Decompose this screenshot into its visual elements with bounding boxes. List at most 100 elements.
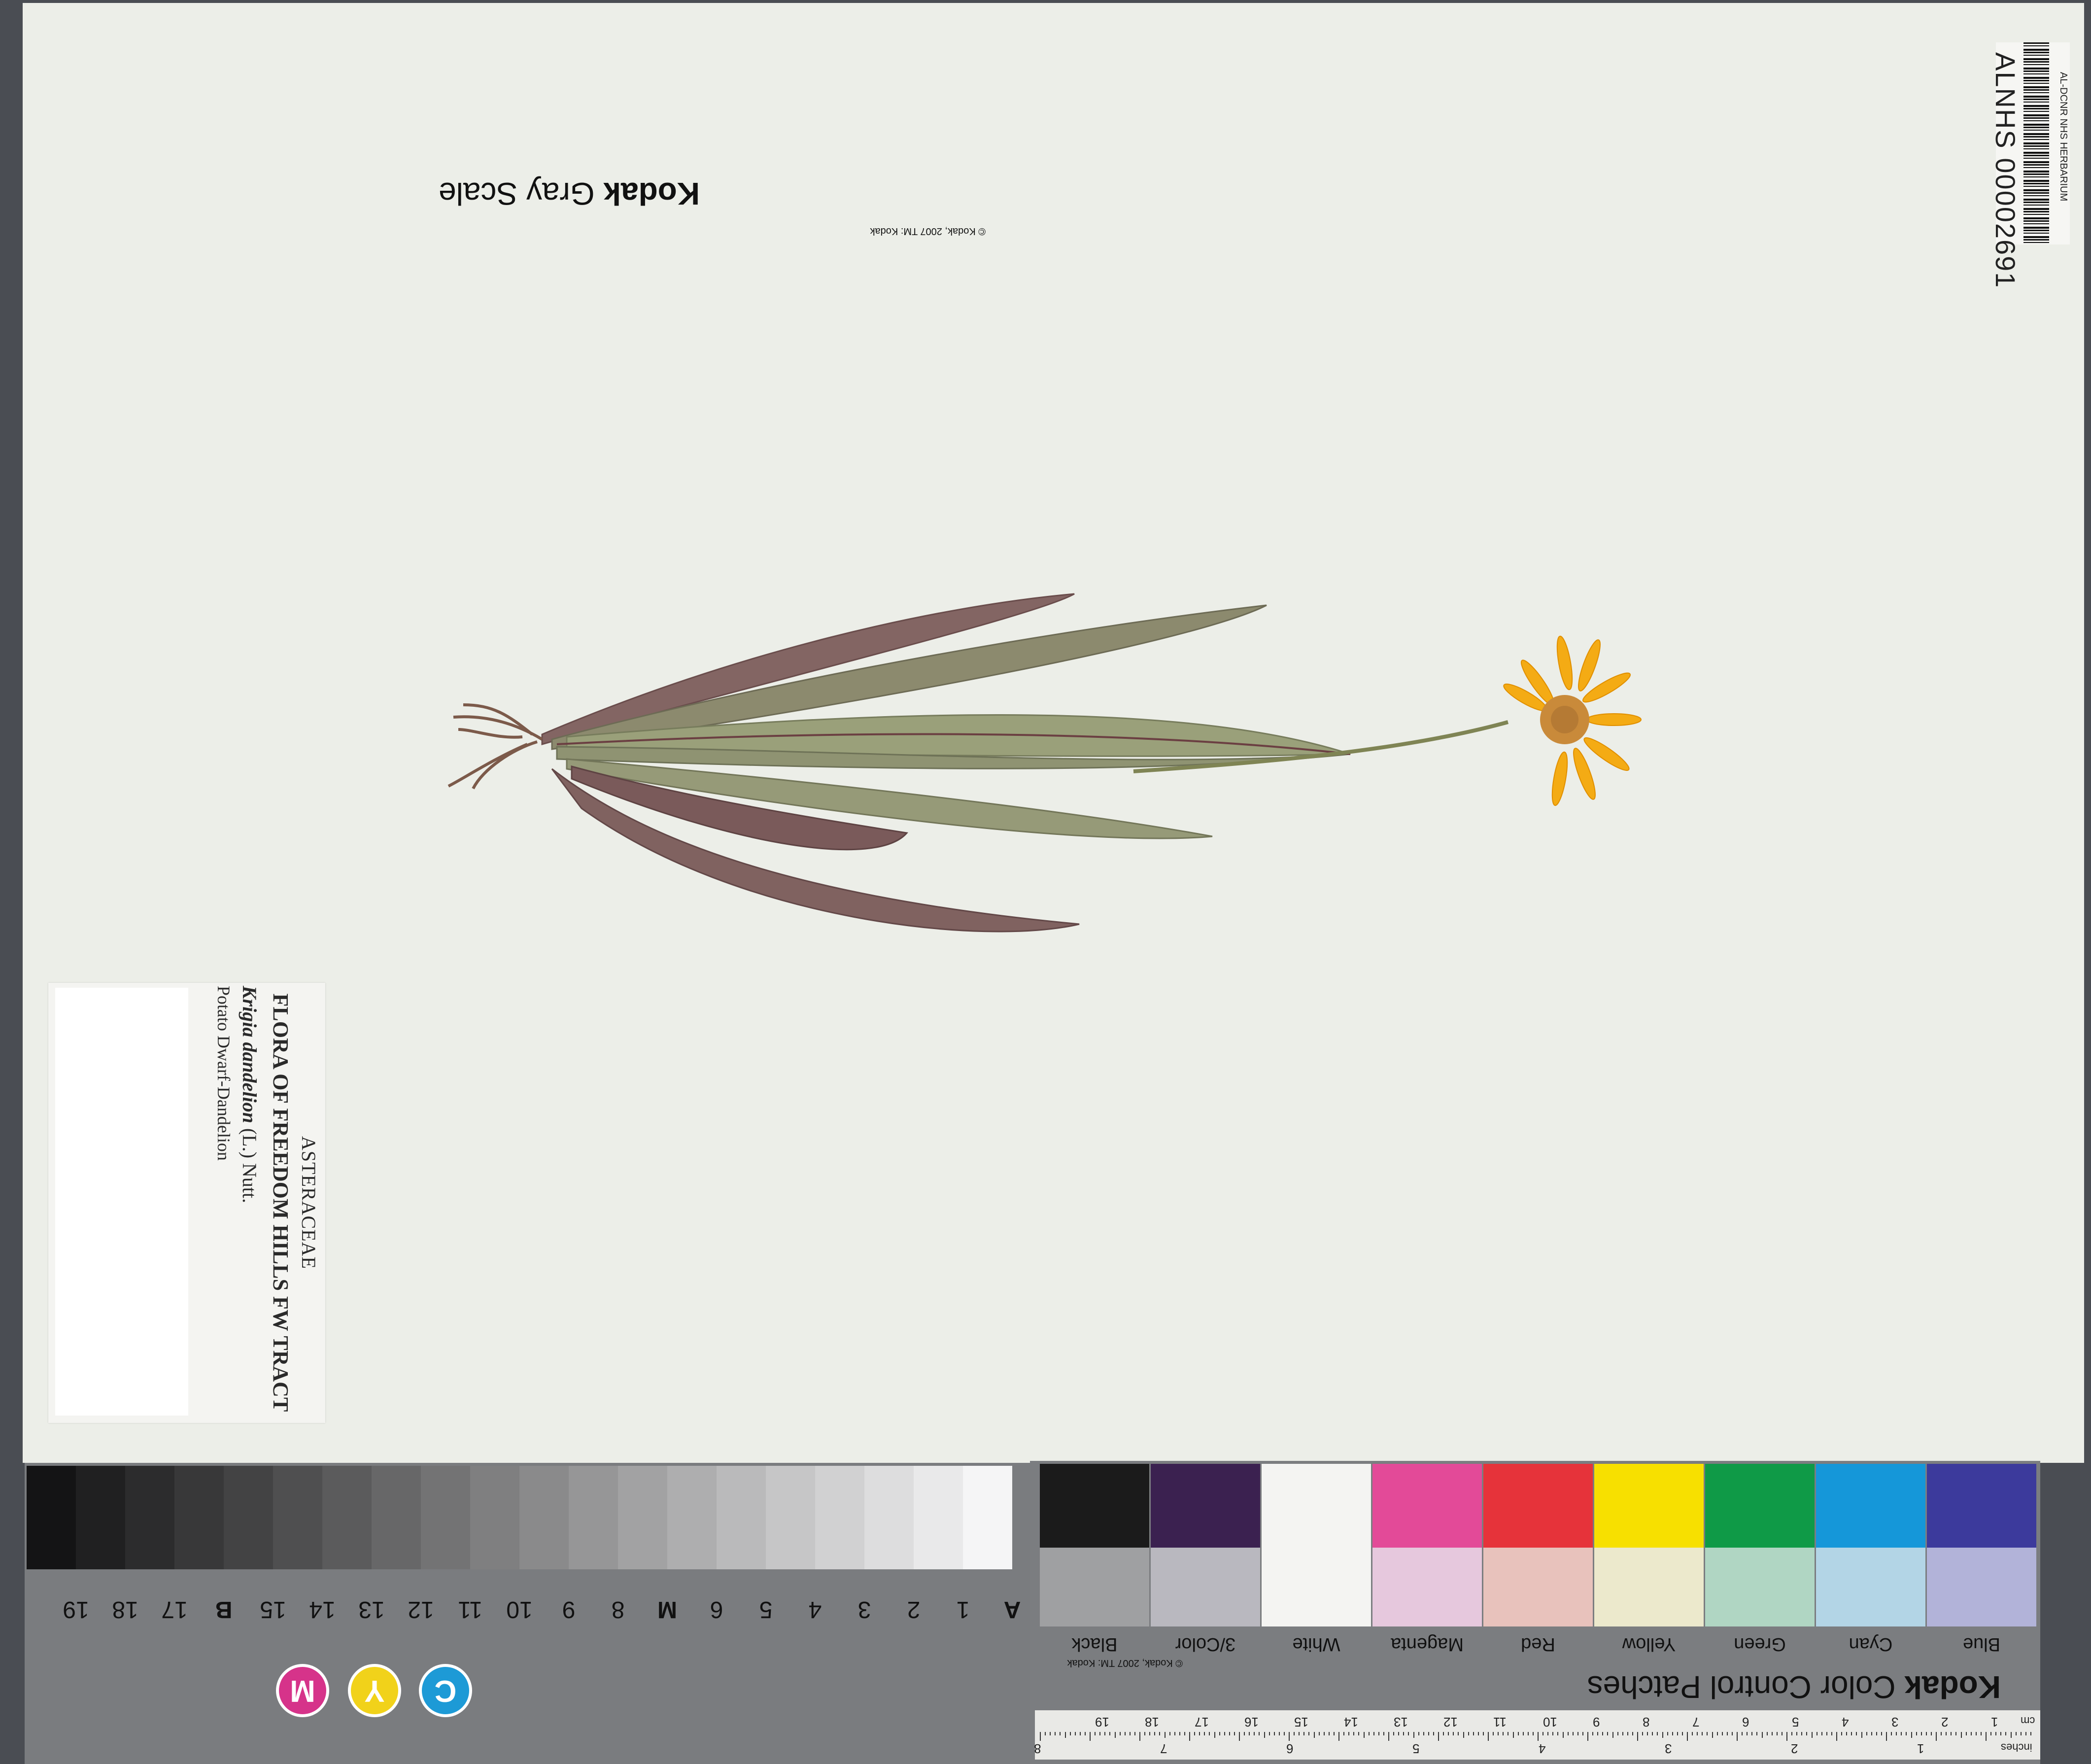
color-patch — [1262, 1464, 1371, 1548]
ruler-tick — [1199, 1732, 1200, 1735]
ruler-tick — [1851, 1732, 1852, 1735]
gray-scale-brand: Kodak — [603, 176, 700, 211]
ruler-tick — [1482, 1732, 1484, 1735]
ruler-tick — [1632, 1732, 1633, 1735]
ruler-tick — [1622, 1732, 1623, 1735]
ruler-tick — [1936, 1732, 1937, 1741]
label-text: ASTERACEAE FLORA OF FREEDOM HILLS FW TRA… — [192, 986, 320, 1419]
ruler-tick — [1473, 1732, 1474, 1735]
ruler-tick — [1169, 1732, 1170, 1735]
ruler-tick — [1393, 1732, 1395, 1735]
gray-scale-label: 6 — [710, 1596, 723, 1623]
ruler-tick — [1881, 1732, 1882, 1735]
ruler-tick — [1920, 1732, 1922, 1735]
ruler-tick — [1627, 1732, 1628, 1735]
color-patch-label: Black — [1071, 1634, 1118, 1655]
ruler-inch-unit: inches — [2001, 1741, 2032, 1754]
gray-scale-label: 11 — [458, 1596, 482, 1623]
ruler-tick — [1771, 1732, 1773, 1735]
color-patch-label: Magenta — [1391, 1634, 1464, 1655]
ruler-tick — [1328, 1732, 1330, 1735]
ruler-tick — [1418, 1732, 1419, 1735]
ruler-tick — [1577, 1732, 1578, 1735]
ruler-tick — [1159, 1732, 1161, 1735]
ruler-inch-label: 2 — [1791, 1741, 1798, 1756]
ruler-tick — [1721, 1732, 1723, 1735]
ruler-tick — [1114, 1732, 1116, 1738]
ruler-cm-label: 16 — [1244, 1715, 1259, 1729]
gray-patch — [864, 1466, 914, 1569]
ruler-tick — [1045, 1732, 1046, 1735]
color-patch — [1816, 1464, 1925, 1548]
gray-scale-title: Kodak Gray Scale — [439, 175, 700, 212]
ruler-tick — [1906, 1732, 1907, 1735]
ruler-tick — [1901, 1732, 1902, 1735]
ruler-tick — [1174, 1732, 1175, 1735]
ruler-tick — [1433, 1732, 1434, 1735]
ruler-tick — [1557, 1732, 1559, 1735]
ruler-tick — [1353, 1732, 1355, 1735]
ruler-tick — [1975, 1732, 1977, 1735]
ruler-tick — [1517, 1732, 1519, 1735]
ruler-tick — [1806, 1732, 1808, 1735]
ruler-cm-label: 19 — [1095, 1715, 1109, 1729]
ruler-tick — [1239, 1732, 1240, 1741]
ruler-tick — [1592, 1732, 1594, 1735]
ruler-tick — [1786, 1732, 1787, 1741]
label-project: FLORA OF FREEDOM HILLS FW TRACT — [269, 993, 293, 1412]
ruler-tick — [1751, 1732, 1753, 1735]
ruler-tick — [1866, 1732, 1867, 1735]
color-patch-label: Green — [1734, 1634, 1786, 1655]
ruler-tick — [1333, 1732, 1335, 1735]
color-patch — [1483, 1464, 1593, 1548]
ruler-tick — [1986, 1732, 1987, 1741]
color-card-copyright: © Kodak, 2007 TM: Kodak — [1067, 1658, 1183, 1668]
ruler-tick — [1702, 1732, 1703, 1735]
ruler-tick — [1681, 1732, 1683, 1735]
ruler-tick — [1099, 1732, 1101, 1735]
yellow-dot-icon: Y — [348, 1664, 401, 1717]
gray-scale-label: 19 — [63, 1596, 89, 1623]
ruler-cm-label: 8 — [1643, 1715, 1650, 1729]
color-patch-label: Yellow — [1622, 1634, 1676, 1655]
gray-scale-title-text: Gray Scale — [439, 176, 595, 211]
color-card-brand: Kodak — [1904, 1669, 2001, 1705]
ruler-tick — [1438, 1732, 1439, 1741]
color-patch-tint — [1816, 1548, 1925, 1626]
ruler-cm-label: 9 — [1593, 1715, 1600, 1729]
gray-scale-label: 5 — [759, 1596, 773, 1623]
ruler-tick — [2010, 1732, 2012, 1738]
ruler-tick — [1791, 1732, 1793, 1735]
ruler-tick — [1946, 1732, 1947, 1735]
color-patch-tint — [1372, 1548, 1482, 1626]
kodak-gray-scale-card: A 1 2 3 4 5 6 M 8 9 10 11 12 13 14 15 B 17 18 19 — [25, 1463, 1030, 1764]
ruler-tick — [1856, 1732, 1857, 1735]
ruler-tick — [1129, 1732, 1131, 1735]
label-authority: (L.) Nutt. — [239, 1128, 261, 1204]
ruler-tick — [1990, 1732, 1992, 1735]
color-patch — [1151, 1464, 1260, 1548]
ruler-tick — [1776, 1732, 1778, 1735]
color-patch-tint — [1594, 1548, 1704, 1626]
ruler-tick — [1951, 1732, 1952, 1735]
ruler-tick — [1398, 1732, 1400, 1735]
ruler-tick — [1697, 1732, 1698, 1735]
ruler-inch-label: 4 — [1539, 1741, 1546, 1756]
ruler-tick — [1124, 1732, 1126, 1735]
ruler-inch-label: 5 — [1412, 1741, 1420, 1756]
ruler-tick — [1338, 1732, 1339, 1741]
ruler-tick — [1299, 1732, 1300, 1735]
ruler-tick — [1667, 1732, 1668, 1735]
color-card-title: Kodak Color Control Patches — [1587, 1669, 2001, 1705]
ruler-inch-label: 3 — [1665, 1741, 1672, 1756]
ruler-tick — [1876, 1732, 1877, 1735]
gray-scale-label: 2 — [907, 1596, 921, 1623]
ruler-tick — [1657, 1732, 1658, 1735]
gray-patch — [273, 1466, 322, 1569]
ruler-tick — [1184, 1732, 1185, 1735]
ruler-tick — [1871, 1732, 1872, 1735]
ruler-tick — [1408, 1732, 1409, 1735]
ruler-tick — [1443, 1732, 1444, 1735]
ruler-tick — [1647, 1732, 1648, 1735]
ruler-tick — [1836, 1732, 1837, 1741]
